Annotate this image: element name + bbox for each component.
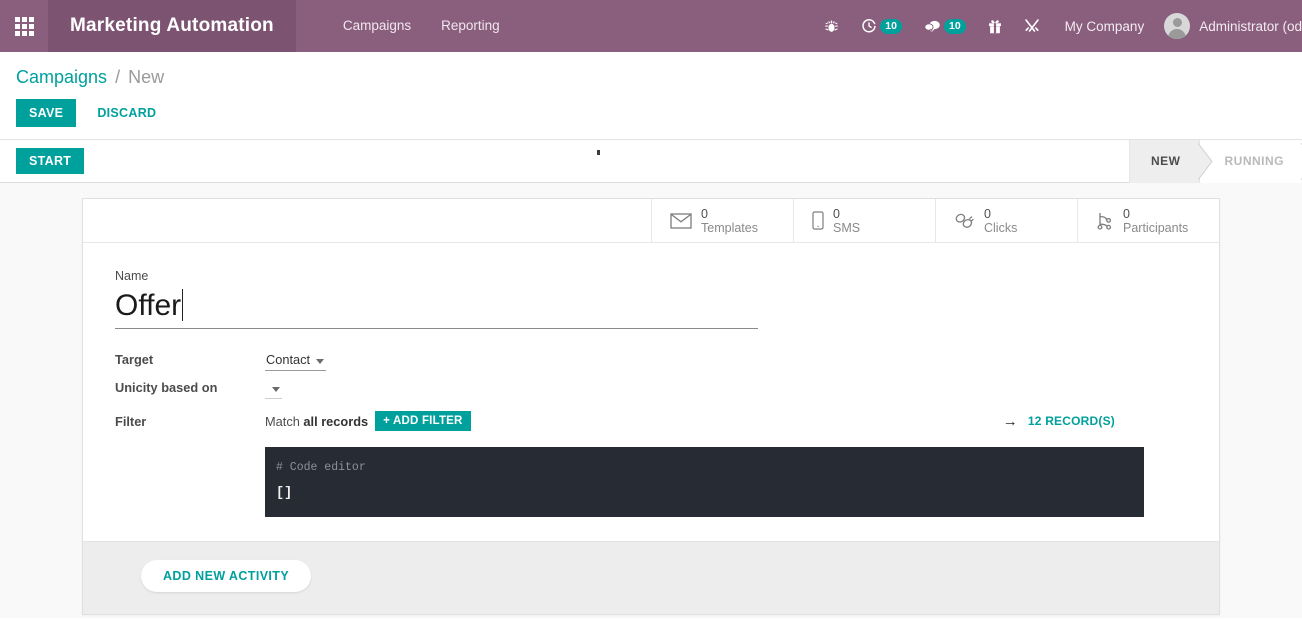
apps-grid-icon [14,16,34,36]
tools-button[interactable] [1013,0,1051,52]
name-label: Name [115,269,149,283]
control-panel-buttons: SAVE DISCARD [0,88,1302,139]
start-button[interactable]: START [16,148,85,174]
text-cursor [182,289,184,321]
messages-badge: 10 [943,18,966,34]
smart-button-sms[interactable]: 0 SMS [793,199,935,242]
messages-icon [924,19,941,34]
records-count-label: 12 RECORD(S) [1027,414,1115,428]
envelope-icon [670,212,692,229]
activity-zone: ADD NEW ACTIVITY [83,541,1219,614]
field-row-unicity: Unicity based on [115,379,1187,399]
cursor-artifact [597,150,600,155]
smart-button-participants[interactable]: 0 Participants [1077,199,1219,242]
smart-button-text: 0 Participants [1123,207,1188,235]
link-chain-icon [954,212,975,230]
target-select[interactable]: Contact [265,351,327,371]
smart-button-text: 0 Clicks [984,207,1017,235]
add-new-activity-button[interactable]: ADD NEW ACTIVITY [141,560,312,592]
breadcrumb-current: New [128,67,165,87]
menu-item-campaigns[interactable]: Campaigns [328,0,426,52]
name-field-group: Name Offer [83,269,1219,329]
smart-buttons-row: 0 Templates 0 SMS 0 Clicks 0 Participant… [83,199,1219,243]
bug-icon [824,19,839,34]
control-panel: Campaigns / New SAVE DISCARD [0,52,1302,140]
stage-pipeline: NEW RUNNING [1129,139,1302,183]
navbar-right-tools: 10 10 My Company Administrator (od [813,0,1302,52]
records-link[interactable]: → 12 RECORD(S) [1003,414,1187,429]
breadcrumb-campaigns[interactable]: Campaigns [16,67,107,87]
filter-match-text: Match all records [265,414,368,429]
activities-badge: 10 [880,18,902,34]
unicity-control [265,379,282,399]
activities-clock-icon [861,18,877,34]
fields-group: Target Contact Unicity based on Filter M… [83,351,1219,517]
name-value: Offer [115,289,182,322]
messages-button[interactable]: 10 [913,0,977,52]
filter-label: Filter [115,413,147,429]
status-bar: START NEW RUNNING [0,139,1302,183]
chevron-down-icon [272,387,280,392]
user-menu[interactable]: Administrator (od [1158,13,1302,39]
company-switcher[interactable]: My Company [1051,19,1159,34]
breadcrumb-separator: / [115,67,121,87]
participants-label: Participants [1123,220,1189,235]
bug-button[interactable] [813,0,850,52]
form-body: Name Offer Target Contact Unicity based … [83,243,1219,541]
top-navbar: Marketing Automation Campaigns Reporting [0,0,1302,52]
mobile-icon [812,211,824,230]
add-filter-button[interactable]: + ADD FILTER [375,411,471,431]
smart-button-text: 0 Templates [701,207,758,235]
participants-count: 0 [1123,206,1130,221]
smart-button-text: 0 SMS [833,207,860,235]
avatar [1164,13,1191,39]
code-editor-value: [] [276,486,293,501]
filter-match-value: all records [303,413,369,429]
app-title: Marketing Automation [48,0,296,52]
sms-count: 0 [833,206,840,221]
stage-running[interactable]: RUNNING [1198,139,1302,183]
code-editor-comment: # Code editor [276,461,366,474]
menu-item-reporting[interactable]: Reporting [426,0,515,52]
code-editor[interactable]: # Code editor [] [265,447,1144,517]
smart-button-clicks[interactable]: 0 Clicks [935,199,1077,242]
templates-label: Templates [701,220,758,235]
field-row-filter: Filter Match all records + ADD FILTER → … [115,411,1187,431]
gift-icon [988,19,1002,34]
breadcrumb: Campaigns / New [0,66,1302,88]
filter-match-prefix: Match [265,413,300,429]
sms-label: SMS [833,220,861,235]
clicks-label: Clicks [984,220,1018,235]
clicks-count: 0 [984,206,991,221]
target-value: Contact [266,352,311,367]
unicity-select[interactable] [265,379,282,399]
form-sheet: 0 Templates 0 SMS 0 Clicks 0 Participant… [82,198,1220,615]
templates-count: 0 [701,206,708,221]
discard-button[interactable]: DISCARD [84,99,169,127]
tools-icon [1024,18,1040,34]
target-label: Target [115,352,154,367]
smart-button-templates[interactable]: 0 Templates [651,199,793,242]
save-button[interactable]: SAVE [16,99,77,127]
user-name: Administrator (od [1199,18,1302,34]
arrow-right-icon: → [1002,412,1018,430]
unicity-label: Unicity based on [115,380,218,395]
name-input[interactable]: Offer [115,287,758,329]
activities-button[interactable]: 10 [850,0,913,52]
main-menu: Campaigns Reporting [296,0,515,52]
target-control: Contact [265,351,327,371]
chevron-down-icon [316,359,325,364]
field-row-target: Target Contact [115,351,1187,371]
participants-icon [1096,211,1114,230]
content-area: 0 Templates 0 SMS 0 Clicks 0 Participant… [0,183,1302,618]
stage-new[interactable]: NEW [1129,139,1199,183]
gift-button[interactable] [977,0,1013,52]
apps-menu-button[interactable] [0,0,48,52]
